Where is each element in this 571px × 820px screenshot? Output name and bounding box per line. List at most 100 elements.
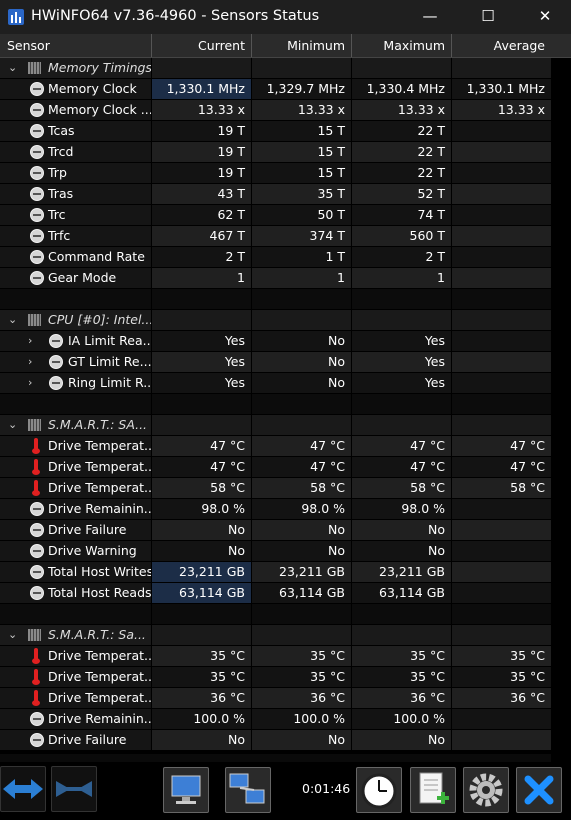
sensor-name-cell[interactable]: Drive Temperat... — [0, 457, 151, 477]
sensor-row[interactable]: Drive Temperat... 58 °C 58 °C 58 °C 58 °C — [0, 478, 571, 499]
value-maximum: 22 T — [352, 121, 451, 141]
sensor-name-cell[interactable]: Drive Temperat... — [0, 478, 151, 498]
window-title: HWiNFO64 v7.36-4960 - Sensors Status — [31, 8, 320, 24]
sensor-row[interactable]: › IA Limit Rea... Yes No Yes — [0, 331, 571, 352]
expand-collapse-arrows-icon[interactable] — [0, 766, 46, 812]
chevron-right-icon[interactable]: › — [28, 331, 40, 351]
sensor-row[interactable]: Drive Warning No No No — [0, 541, 571, 562]
sensor-name-cell[interactable]: Memory Clock — [0, 79, 151, 99]
sensor-name-cell[interactable]: Drive Warning — [0, 541, 151, 561]
column-header-current[interactable]: Current — [152, 34, 251, 57]
column-header-average[interactable]: Average — [452, 34, 551, 57]
network-computer-icon[interactable] — [163, 767, 209, 813]
value-current: 467 T — [152, 226, 251, 246]
sensor-name-cell[interactable]: Drive Temperat... — [0, 688, 151, 708]
value-maximum: 22 T — [352, 142, 451, 162]
sensor-row[interactable]: Drive Temperat... 35 °C 35 °C 35 °C 35 °C — [0, 646, 571, 667]
sensor-group-row[interactable]: ⌄ Memory Timings — [0, 58, 571, 79]
value-current: 35 °C — [152, 646, 251, 666]
sensor-name-cell[interactable]: Trp — [0, 163, 151, 183]
sensor-group-row[interactable]: ⌄ S.M.A.R.T.: SA... — [0, 415, 571, 436]
sensor-name-cell[interactable]: › IA Limit Rea... — [0, 331, 151, 351]
sensor-name-cell[interactable]: Drive Failure — [0, 520, 151, 540]
column-header-maximum[interactable]: Maximum — [352, 34, 451, 57]
sensor-row[interactable]: Trc 62 T 50 T 74 T — [0, 205, 571, 226]
value-average: 35 °C — [452, 667, 551, 687]
sensor-name-cell[interactable]: Command Rate — [0, 247, 151, 267]
collapse-arrows-icon[interactable] — [51, 766, 97, 812]
sensor-row[interactable]: Drive Temperat... 35 °C 35 °C 35 °C 35 °C — [0, 667, 571, 688]
chevron-down-icon[interactable]: ⌄ — [8, 58, 20, 78]
value-maximum: 63,114 GB — [352, 583, 451, 603]
sensor-name-cell[interactable]: Gear Mode — [0, 268, 151, 288]
sensor-name-cell[interactable]: Drive Temperat... — [0, 667, 151, 687]
gauge-icon — [30, 166, 44, 180]
sensor-row[interactable]: Tcas 19 T 15 T 22 T — [0, 121, 571, 142]
value-minimum: 35 °C — [252, 667, 351, 687]
sensor-row[interactable]: Trcd 19 T 15 T 22 T — [0, 142, 571, 163]
chevron-right-icon[interactable]: › — [28, 352, 40, 372]
sensor-name-cell[interactable]: Tcas — [0, 121, 151, 141]
value-maximum: 22 T — [352, 163, 451, 183]
sensor-row[interactable]: Gear Mode 1 1 1 — [0, 268, 571, 289]
maximize-button[interactable]: ☐ — [462, 0, 514, 34]
sensor-row[interactable]: › GT Limit Re... Yes No Yes — [0, 352, 571, 373]
value-average — [452, 268, 551, 288]
column-header-sensor[interactable]: Sensor — [7, 34, 147, 57]
clock-icon[interactable] — [356, 767, 402, 813]
sensor-name-cell[interactable]: Drive Remainin... — [0, 709, 151, 729]
chevron-down-icon[interactable]: ⌄ — [8, 625, 20, 645]
group-cell[interactable]: ⌄ S.M.A.R.T.: Sa... — [0, 625, 151, 645]
sensor-group-row[interactable]: ⌄ CPU [#0]: Intel... — [0, 310, 571, 331]
sensor-name-cell[interactable]: Memory Clock ... — [0, 100, 151, 120]
sensor-row[interactable]: Total Host Reads 63,114 GB 63,114 GB 63,114… — [0, 583, 571, 604]
sensor-name-cell[interactable]: › Ring Limit R... — [0, 373, 151, 393]
sensor-group-row[interactable]: ⌄ S.M.A.R.T.: Sa... — [0, 625, 571, 646]
group-cell[interactable]: ⌄ S.M.A.R.T.: SA... — [0, 415, 151, 435]
chevron-down-icon[interactable]: ⌄ — [8, 310, 20, 330]
value-average — [452, 730, 551, 750]
sensor-name-cell[interactable]: Drive Failure — [0, 730, 151, 750]
settings-gear-icon[interactable] — [463, 767, 509, 813]
chevron-right-icon[interactable]: › — [28, 373, 40, 393]
group-cell[interactable]: ⌄ Memory Timings — [0, 58, 151, 78]
column-header-minimum[interactable]: Minimum — [252, 34, 351, 57]
add-report-icon[interactable] — [410, 767, 456, 813]
sensor-row[interactable]: Total Host Writes 23,211 GB 23,211 GB 23,21… — [0, 562, 571, 583]
sensor-row[interactable]: Drive Temperat... 47 °C 47 °C 47 °C 47 °C — [0, 436, 571, 457]
sensor-name-cell[interactable]: Trfc — [0, 226, 151, 246]
sensor-row[interactable]: Trfc 467 T 374 T 560 T — [0, 226, 571, 247]
sensor-row[interactable]: Memory Clock ... 13.33 x 13.33 x 13.33 x 13.… — [0, 100, 571, 121]
minimize-button[interactable]: — — [404, 0, 456, 34]
close-window-button[interactable]: ✕ — [519, 0, 571, 34]
sensor-row[interactable]: Drive Temperat... 47 °C 47 °C 47 °C 47 °C — [0, 457, 571, 478]
sensor-row[interactable]: Drive Failure No No No — [0, 730, 571, 751]
sensor-row[interactable]: Trp 19 T 15 T 22 T — [0, 163, 571, 184]
sensor-row[interactable]: Drive Failure No No No — [0, 520, 571, 541]
sensor-name-cell[interactable]: Drive Remainin... — [0, 499, 151, 519]
sensor-row[interactable]: Drive Remainin... 98.0 % 98.0 % 98.0 % — [0, 499, 571, 520]
network-computers-icon[interactable] — [225, 767, 271, 813]
sensor-name-cell[interactable]: › GT Limit Re... — [0, 352, 151, 372]
close-x-icon[interactable] — [516, 767, 562, 813]
sensor-name-cell[interactable]: Total Host Writes — [0, 562, 151, 582]
sensor-name-cell[interactable]: Drive Temperat... — [0, 436, 151, 456]
sensor-label: Drive Temperat... — [48, 690, 151, 705]
sensor-name-cell[interactable]: Trc — [0, 205, 151, 225]
horizontal-scrollbar[interactable] — [0, 754, 551, 762]
sensor-row[interactable]: Memory Clock 1,330.1 MHz 1,329.7 MHz 1,330.… — [0, 79, 571, 100]
sensor-name-cell[interactable]: Tras — [0, 184, 151, 204]
sensor-row[interactable]: Drive Temperat... 36 °C 36 °C 36 °C 36 °C — [0, 688, 571, 709]
sensor-row[interactable]: Drive Remainin... 100.0 % 100.0 % 100.0 % — [0, 709, 571, 730]
elapsed-timer: 0:01:46 — [302, 781, 351, 796]
sensor-name-cell[interactable]: Total Host Reads — [0, 583, 151, 603]
sensor-row[interactable]: › Ring Limit R... Yes No Yes — [0, 373, 571, 394]
group-cell[interactable]: ⌄ CPU [#0]: Intel... — [0, 310, 151, 330]
sensor-row[interactable]: Command Rate 2 T1 T2 T — [0, 247, 571, 268]
vertical-scrollbar[interactable] — [551, 58, 571, 754]
chevron-down-icon[interactable]: ⌄ — [8, 415, 20, 435]
sensor-name-cell[interactable]: Trcd — [0, 142, 151, 162]
gauge-icon — [30, 103, 44, 117]
sensor-row[interactable]: Tras 43 T 35 T 52 T — [0, 184, 571, 205]
sensor-name-cell[interactable]: Drive Temperat... — [0, 646, 151, 666]
